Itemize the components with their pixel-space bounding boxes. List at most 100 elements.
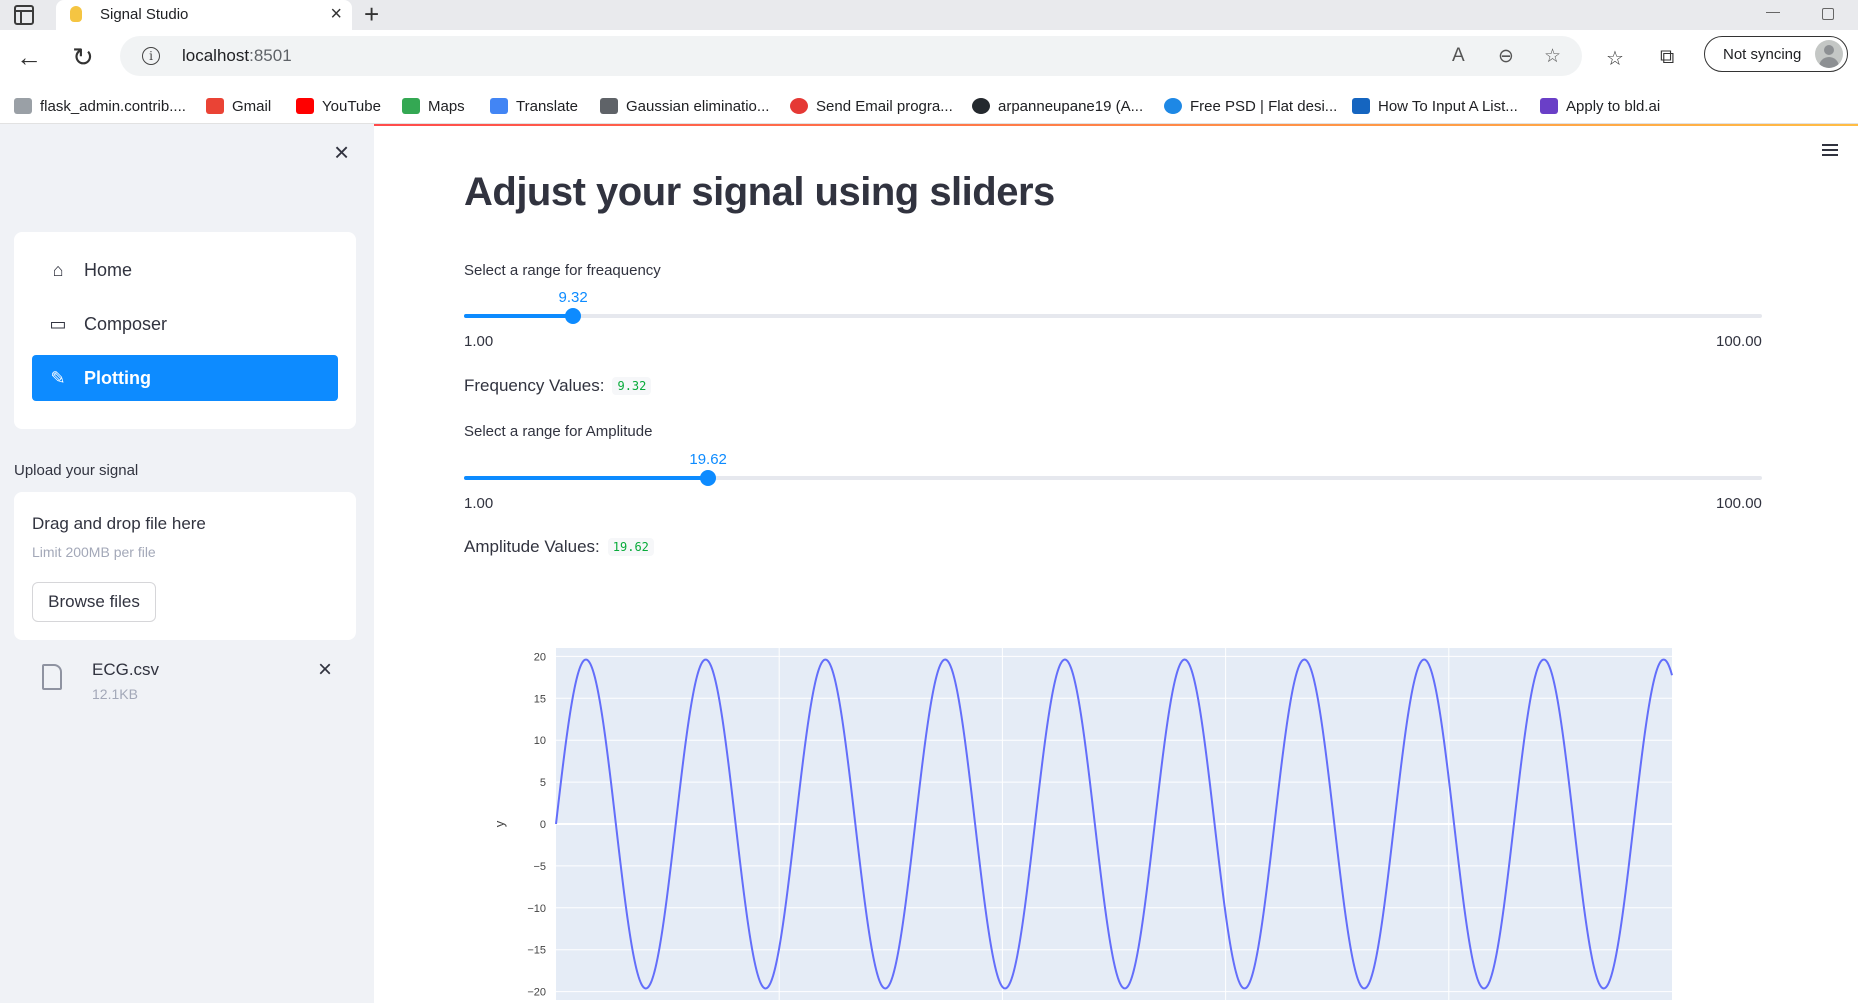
bookmark-maps[interactable]: Maps: [402, 96, 465, 116]
y-axis-label: y: [492, 820, 507, 827]
bookmark-icon: [1540, 98, 1558, 114]
y-tick-label: −15: [527, 945, 546, 957]
file-dropzone[interactable]: Drag and drop file here Limit 200MB per …: [14, 492, 356, 640]
youtube-icon: [296, 98, 314, 114]
bookmark-gaussian[interactable]: Gaussian eliminatio...: [600, 96, 769, 116]
bookmark-bld-ai[interactable]: Apply to bld.ai: [1540, 96, 1660, 116]
nav-menu: ⌂ Home ▭ Composer ✎ Plotting: [14, 232, 356, 429]
translate-icon: [490, 98, 508, 114]
y-tick-label: 15: [534, 693, 546, 705]
y-tick-label: 5: [540, 777, 546, 789]
nav-item-plotting[interactable]: ✎ Plotting: [32, 355, 338, 401]
profile-sync-button[interactable]: Not syncing: [1704, 36, 1848, 72]
app-header-decoration: [374, 124, 1858, 126]
amplitude-slider-thumb[interactable]: [700, 470, 717, 486]
amplitude-slider-value: 19.62: [689, 451, 727, 468]
bookmark-input-list[interactable]: How To Input A List...: [1352, 96, 1518, 116]
bookmark-label: Send Email progra...: [816, 97, 953, 115]
bookmark-icon: [600, 98, 618, 114]
frequency-slider-fill: [464, 314, 574, 318]
pen-icon: ✎: [50, 367, 66, 388]
sync-label: Not syncing: [1723, 46, 1802, 63]
bookmark-freepsd[interactable]: Free PSD | Flat desi...: [1164, 96, 1337, 116]
amplitude-slider-label: Select a range for Amplitude: [464, 423, 653, 440]
signal-chart-svg: 20 15 10 5 0 −5 −10 −15 −20 y: [492, 648, 1673, 1000]
y-tick-label: 20: [534, 651, 546, 663]
collections-icon[interactable]: ⧉: [1660, 46, 1674, 69]
gmail-icon: [206, 98, 224, 114]
bookmark-label: Apply to bld.ai: [1566, 97, 1661, 115]
bookmark-flask-admin[interactable]: flask_admin.contrib....: [14, 96, 186, 116]
bookmark-icon: [1352, 98, 1370, 114]
dropzone-title: Drag and drop file here: [32, 514, 206, 533]
avatar: [1815, 40, 1843, 68]
bookmark-youtube[interactable]: YouTube: [296, 96, 381, 116]
bookmark-icon: [14, 98, 32, 114]
bookmark-gmail[interactable]: Gmail: [206, 96, 271, 116]
nav-item-label: Composer: [84, 313, 168, 334]
tab-close-icon[interactable]: ×: [330, 3, 342, 25]
sidebar: × ⌂ Home ▭ Composer ✎ Plotting Upload yo…: [0, 124, 374, 1003]
address-bar-row: ← ↻ i localhost:8501 A ⊖ ☆ ☆ ⧉ Not synci…: [0, 30, 1858, 88]
frequency-slider[interactable]: [464, 308, 1762, 324]
add-favorite-icon[interactable]: ☆: [1544, 45, 1561, 68]
main-menu-icon[interactable]: [1820, 142, 1840, 158]
new-tab-button[interactable]: +: [364, 0, 379, 28]
window-minimize-icon[interactable]: [1766, 12, 1780, 13]
amplitude-slider-fill: [464, 476, 709, 480]
y-tick-label: 0: [540, 819, 546, 831]
bookmark-label: flask_admin.contrib....: [40, 97, 186, 115]
book-icon: ▭: [49, 313, 67, 334]
nav-item-home[interactable]: ⌂ Home: [32, 247, 338, 293]
bookmark-send-email[interactable]: Send Email progra...: [790, 96, 953, 116]
bookmark-label: Maps: [428, 97, 465, 115]
amplitude-slider[interactable]: [464, 470, 1762, 486]
y-tick-label: −20: [527, 987, 546, 999]
address-input[interactable]: i localhost:8501 A ⊖ ☆: [120, 36, 1582, 76]
tab-actions-icon[interactable]: [14, 5, 34, 25]
address-url: localhost:8501: [182, 46, 292, 65]
upload-label: Upload your signal: [14, 462, 139, 479]
window-restore-icon[interactable]: [1822, 8, 1834, 20]
bookmark-label: Gmail: [232, 97, 272, 115]
lightbulb-icon: [70, 6, 82, 22]
nav-item-label: Home: [84, 259, 133, 280]
sidebar-close-icon[interactable]: ×: [334, 138, 349, 166]
y-tick-label: 10: [534, 735, 546, 747]
frequency-slider-label: Select a range for freaquency: [464, 262, 661, 279]
browse-files-button[interactable]: Browse files: [32, 582, 156, 622]
bookmark-translate[interactable]: Translate: [490, 96, 578, 116]
home-icon: ⌂: [52, 259, 64, 280]
frequency-slider-min: 1.00: [464, 333, 494, 350]
amplitude-slider-max: 100.00: [1716, 495, 1762, 512]
remove-file-icon[interactable]: ×: [318, 658, 332, 682]
site-info-icon[interactable]: i: [142, 47, 160, 65]
file-size: 12.1KB: [92, 686, 138, 702]
nav-item-label: Plotting: [84, 367, 151, 388]
amplitude-values-label: Amplitude Values:: [464, 537, 600, 556]
favorites-icon[interactable]: ☆: [1606, 46, 1624, 71]
github-icon: [972, 98, 990, 114]
frequency-values-code: 9.32: [612, 377, 652, 395]
amplitude-slider-min: 1.00: [464, 495, 494, 512]
browser-tab[interactable]: Signal Studio ×: [56, 0, 352, 30]
bookmark-label: Translate: [516, 97, 578, 115]
back-arrow-icon[interactable]: ←: [16, 42, 42, 72]
file-icon: [42, 664, 62, 690]
read-aloud-icon[interactable]: A: [1452, 45, 1465, 67]
bookmark-label: YouTube: [322, 97, 381, 115]
bookmark-github[interactable]: arpanneupane19 (A...: [972, 96, 1143, 116]
nav-item-composer[interactable]: ▭ Composer: [32, 301, 338, 347]
reload-icon[interactable]: ↻: [72, 42, 94, 72]
amplitude-values-code: 19.62: [607, 538, 654, 556]
signal-chart[interactable]: 20 15 10 5 0 −5 −10 −15 −20 y: [490, 640, 1690, 1003]
frequency-slider-value: 9.32: [558, 289, 588, 306]
frequency-slider-thumb[interactable]: [565, 308, 582, 324]
bookmark-label: Free PSD | Flat desi...: [1190, 97, 1338, 115]
zoom-out-icon[interactable]: ⊖: [1498, 45, 1514, 68]
browser-tab-strip: Signal Studio × +: [0, 0, 1858, 30]
page-title: Adjust your signal using sliders: [464, 170, 1055, 214]
frequency-values: Frequency Values: 9.32: [464, 376, 652, 396]
frequency-slider-max: 100.00: [1716, 333, 1762, 350]
bookmark-label: Gaussian eliminatio...: [626, 97, 770, 115]
